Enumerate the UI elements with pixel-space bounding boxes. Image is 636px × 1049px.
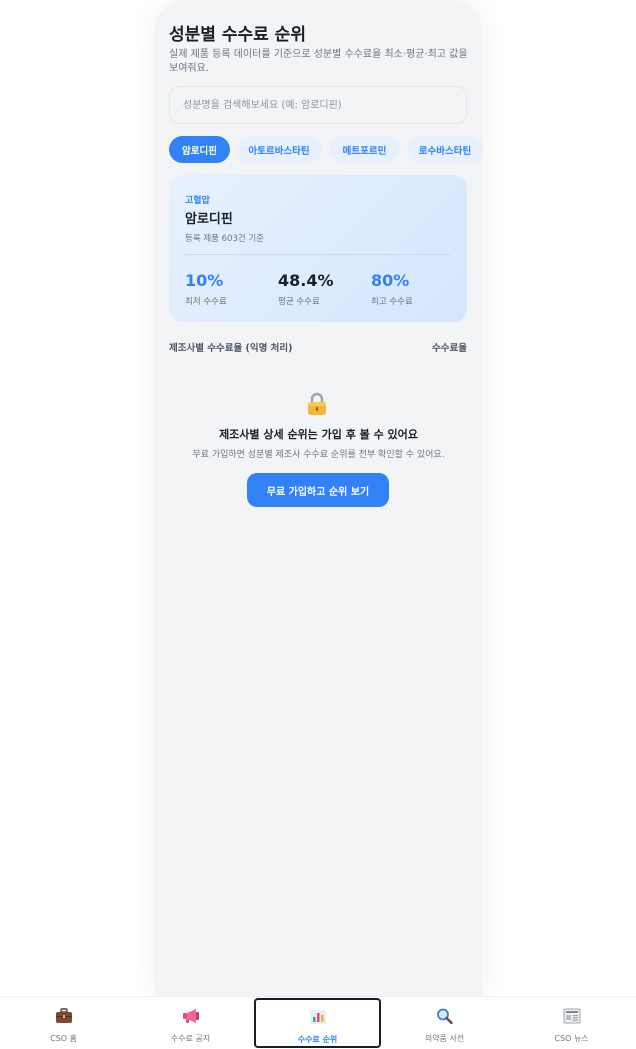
signup-button[interactable]: 무료 가입하고 순위 보기: [247, 473, 389, 507]
stat-min-value: 10%: [185, 271, 224, 290]
magnifier-icon: [436, 1008, 453, 1024]
stat-avg-label: 평균 수수료: [278, 297, 320, 307]
stat-max-label: 최고 수수료: [371, 297, 413, 307]
bottom-nav: CSO 홈 수수료 공지 수수료 순위 의약품 사전 CSO 뉴스: [0, 996, 636, 1048]
nav-item-fee-notice[interactable]: 수수료 공지: [127, 997, 254, 1049]
nav-label: CSO 홈: [50, 1034, 77, 1043]
search-input[interactable]: [169, 86, 467, 124]
nav-item-cso-news[interactable]: CSO 뉴스: [508, 997, 635, 1049]
newspaper-icon: [563, 1008, 580, 1024]
chip-atorvastatin[interactable]: 아토르바스타틴: [236, 136, 322, 163]
page-title: 성분별 수수료 순위: [169, 25, 306, 45]
lock-icon: [308, 392, 326, 415]
stat-min: 10% 최저 수수료: [185, 271, 227, 307]
locked-description: 무료 가입하면 성분별 제조사 수수료 순위를 전부 확인할 수 있어요.: [192, 450, 445, 460]
ingredient-summary-card: 고혈압 암로디핀 등록 제품 603건 기준 10% 최저 수수료 48.4% …: [169, 175, 467, 322]
ingredient-name: 암로디핀: [185, 212, 233, 227]
stat-max: 80% 최고 수수료: [371, 271, 413, 307]
category-label: 고혈압: [185, 196, 210, 206]
locked-title: 제조사별 상세 순위는 가입 후 볼 수 있어요: [219, 428, 418, 441]
stat-avg-value: 48.4%: [278, 271, 334, 290]
page-description: 실제 제품 등록 데이터를 기준으로 성분별 수수료율 최소·평균·최고 값을 …: [169, 49, 468, 74]
nav-label: CSO 뉴스: [554, 1034, 589, 1043]
chip-rosuvastatin[interactable]: 로수바스타틴: [407, 136, 483, 163]
nav-label: 의약품 사전: [424, 1034, 465, 1043]
nav-label: 수수료 순위: [297, 1035, 338, 1044]
nav-label: 수수료 공지: [170, 1034, 211, 1043]
nav-item-drug-dictionary[interactable]: 의약품 사전: [381, 997, 508, 1049]
section-title: 제조사별 수수료율 (익명 처리): [169, 343, 293, 354]
stat-max-value: 80%: [371, 271, 410, 290]
divider: [185, 254, 451, 255]
chip-amlodipine[interactable]: 암로디핀: [169, 136, 230, 163]
megaphone-icon: [182, 1009, 199, 1023]
bar-chart-icon: [309, 1010, 326, 1024]
briefcase-icon: [55, 1008, 72, 1023]
app-screen: 성분별 수수료 순위 실제 제품 등록 데이터를 기준으로 성분별 수수료율 최…: [155, 0, 483, 1000]
nav-item-fee-ranking[interactable]: 수수료 순위: [254, 998, 381, 1048]
nav-item-cso-home[interactable]: CSO 홈: [0, 997, 127, 1049]
product-count: 등록 제품 603건 기준: [185, 234, 265, 244]
stat-min-label: 최저 수수료: [185, 297, 227, 307]
section-column-label: 수수료율: [432, 343, 467, 354]
chip-metformin[interactable]: 메트포르민: [329, 136, 400, 163]
stat-avg: 48.4% 평균 수수료: [278, 271, 334, 307]
